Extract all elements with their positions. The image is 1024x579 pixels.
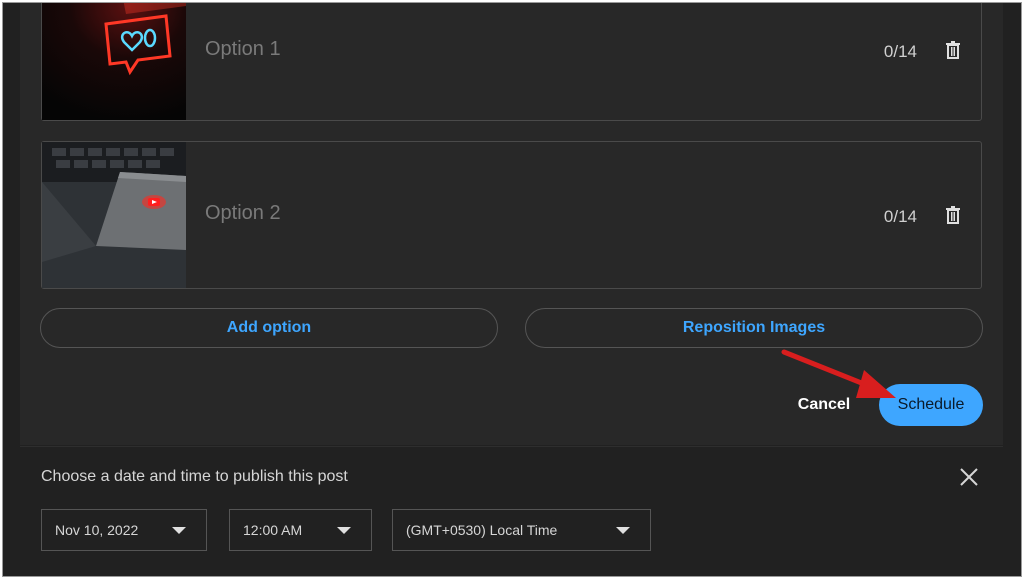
timezone-select[interactable]: (GMT+0530) Local Time: [392, 509, 651, 551]
schedule-button[interactable]: Schedule: [879, 384, 983, 426]
option-2-text[interactable]: Option 2: [205, 202, 281, 225]
option-1-text[interactable]: Option 1: [205, 38, 281, 61]
date-select-value: Nov 10, 2022: [55, 522, 139, 538]
reposition-images-button[interactable]: Reposition Images: [525, 308, 983, 348]
caret-down-icon: [172, 527, 186, 534]
option-card-2: Option 2 0/14: [41, 141, 982, 289]
caret-down-icon: [616, 527, 630, 534]
option-1-char-counter: 0/14: [883, 42, 917, 61]
caret-down-icon: [337, 527, 351, 534]
option-1-image[interactable]: [42, 3, 186, 120]
option-2-char-counter: 0/14: [883, 207, 917, 226]
timezone-select-value: (GMT+0530) Local Time: [406, 522, 558, 538]
add-option-button[interactable]: Add option: [40, 308, 498, 348]
close-icon[interactable]: [958, 466, 980, 488]
screenshot-frame: Option 1 0/14 Option 2 0/14 Add option R…: [2, 2, 1022, 577]
cancel-button[interactable]: Cancel: [789, 390, 859, 420]
option-2-image[interactable]: [42, 142, 186, 288]
time-select-value: 12:00 AM: [243, 522, 303, 538]
option-card-1: Option 1 0/14: [41, 3, 982, 121]
time-select[interactable]: 12:00 AM: [229, 509, 372, 551]
trash-icon[interactable]: [945, 41, 961, 59]
schedule-panel-title: Choose a date and time to publish this p…: [41, 468, 348, 485]
trash-icon[interactable]: [945, 206, 961, 224]
date-select[interactable]: Nov 10, 2022: [41, 509, 207, 551]
